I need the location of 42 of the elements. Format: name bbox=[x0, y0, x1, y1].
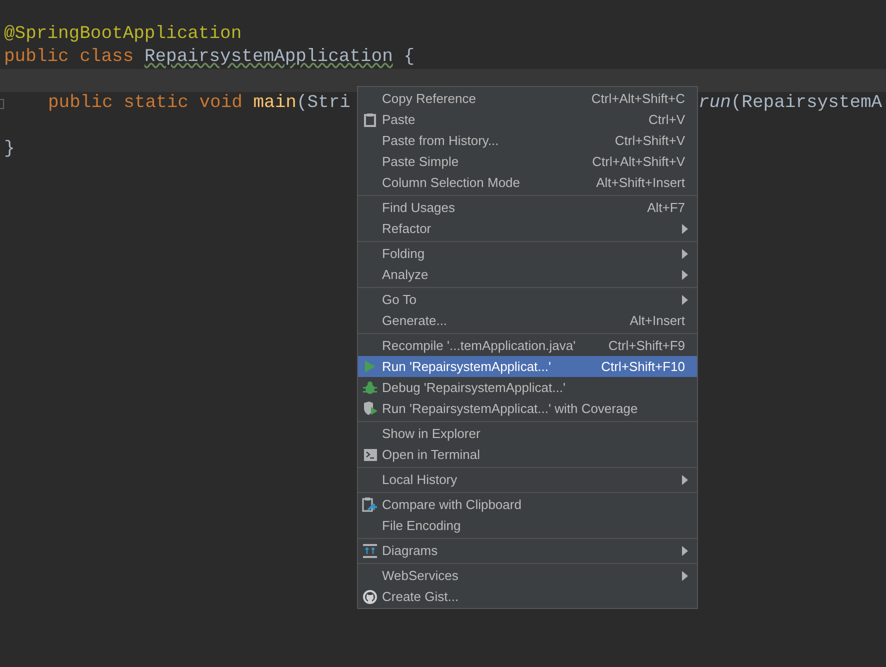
code-text: public static void bbox=[48, 92, 244, 115]
diagram-icon bbox=[363, 544, 377, 558]
terminal-icon bbox=[364, 448, 376, 460]
bug-icon bbox=[363, 380, 377, 394]
menu-item[interactable]: Analyze bbox=[358, 264, 697, 285]
code-text: (RepairsystemA bbox=[730, 92, 882, 115]
code-text: main bbox=[253, 92, 296, 115]
menu-item[interactable]: Recompile '...temApplication.java' Ctrl+Shift+F9 bbox=[358, 335, 697, 356]
menu-item[interactable]: Folding bbox=[358, 243, 697, 264]
code-text: RepairsystemApplication bbox=[144, 46, 393, 69]
menu-item[interactable]: Paste Ctrl+V bbox=[358, 109, 697, 130]
menu-item[interactable]: Go To bbox=[358, 289, 697, 310]
play-icon bbox=[364, 360, 376, 373]
menu-item[interactable]: Create Gist... bbox=[358, 586, 697, 607]
code-text: { bbox=[402, 46, 414, 69]
shield-play-icon bbox=[362, 401, 378, 416]
menu-item[interactable]: Diagrams bbox=[358, 540, 697, 561]
menu-item[interactable]: Run 'RepairsystemApplicat...' with Coverage bbox=[358, 398, 697, 419]
fold-marker-icon[interactable] bbox=[0, 99, 4, 109]
code-text: } bbox=[4, 138, 15, 161]
menu-item[interactable]: Open in Terminal bbox=[358, 444, 697, 465]
code-text: (Stri bbox=[296, 92, 350, 115]
code-text: public class bbox=[4, 46, 135, 69]
menu-item[interactable]: Column Selection Mode Alt+Shift+Insert bbox=[358, 172, 697, 193]
clipboard-compare-icon bbox=[362, 496, 378, 512]
menu-item[interactable]: Find Usages Alt+F7 bbox=[358, 197, 697, 218]
menu-item[interactable]: Refactor bbox=[358, 218, 697, 239]
menu-item[interactable]: Debug 'RepairsystemApplicat...' bbox=[358, 377, 697, 398]
clipboard-icon bbox=[364, 112, 376, 126]
github-icon bbox=[363, 590, 377, 604]
menu-item[interactable]: Copy Reference Ctrl+Alt+Shift+C bbox=[358, 88, 697, 109]
menu-item[interactable]: Paste Simple Ctrl+Alt+Shift+V bbox=[358, 151, 697, 172]
code-text: @SpringBootApplication bbox=[4, 23, 242, 46]
menu-item[interactable]: WebServices bbox=[358, 565, 697, 586]
menu-item[interactable]: Generate... Alt+Insert bbox=[358, 310, 697, 331]
menu-item[interactable]: Run 'RepairsystemApplicat...' Ctrl+Shift+F10 bbox=[358, 356, 697, 377]
menu-item[interactable]: Compare with Clipboard bbox=[358, 494, 697, 515]
code-text: run bbox=[698, 92, 731, 115]
menu-item[interactable]: Local History bbox=[358, 469, 697, 490]
menu-item[interactable]: File Encoding bbox=[358, 515, 697, 536]
menu-item[interactable]: Show in Explorer bbox=[358, 423, 697, 444]
menu-item[interactable]: Paste from History... Ctrl+Shift+V bbox=[358, 130, 697, 151]
